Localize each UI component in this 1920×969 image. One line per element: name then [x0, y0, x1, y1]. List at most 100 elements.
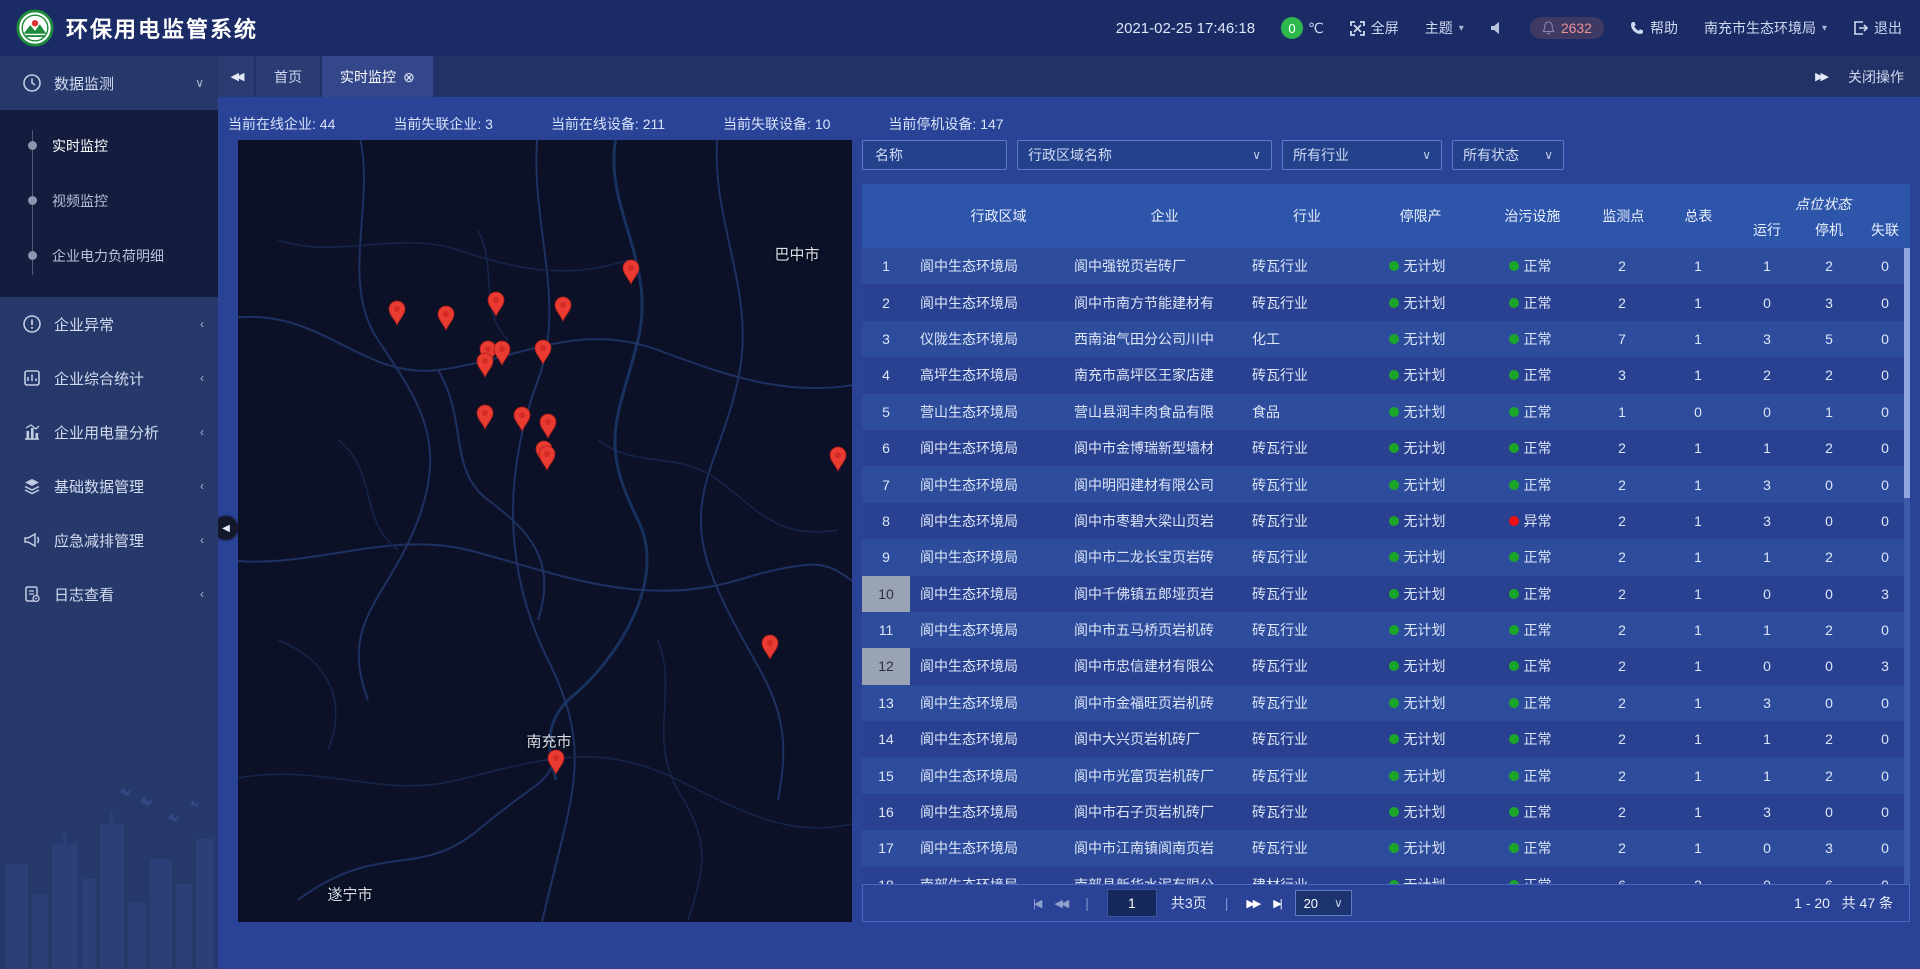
map-pin[interactable] [622, 259, 640, 285]
table-row[interactable]: 4高坪生态环境局南充市高坪区王家店建砖瓦行业无计划正常31220 [862, 357, 1910, 393]
cell-industry: 食品 [1246, 394, 1358, 430]
map-pin[interactable] [493, 340, 511, 366]
cell-monitor-points: 2 [1584, 830, 1660, 866]
table-row[interactable]: 13阆中生态环境局阆中市金福旺页岩机砖砖瓦行业无计划正常21300 [862, 685, 1910, 721]
tabs-scroll-left-button[interactable]: ◀◀ [218, 56, 254, 97]
temperature-badge: 0 [1281, 17, 1303, 39]
fullscreen-button[interactable]: 全屏 [1350, 18, 1399, 38]
page-number-input[interactable] [1107, 889, 1157, 917]
first-page-button[interactable]: |◀ [1033, 897, 1040, 910]
table-row[interactable]: 2阆中生态环境局阆中市南方节能建材有砖瓦行业无计划正常21030 [862, 284, 1910, 320]
cell-disconnected: 0 [1860, 612, 1910, 648]
stop-status-text: 无计划 [1404, 438, 1446, 458]
map-pin[interactable] [476, 352, 494, 378]
sidebar-item-日志查看[interactable]: 日志查看‹ [0, 567, 218, 621]
table-header: 行政区域 企业 行业 停限产 治污设施 监测点 总表 点位状态 运行 停机 失联 [862, 184, 1910, 248]
tab-实时监控[interactable]: 实时监控⊗ [322, 56, 433, 97]
sidebar-item-实时监控[interactable]: 实时监控 [0, 118, 218, 173]
cell-industry: 建材行业 [1246, 867, 1358, 884]
map-pin[interactable] [539, 413, 557, 439]
table-row[interactable]: 3仪陇生态环境局西南油气田分公司川中化工无计划正常71350 [862, 321, 1910, 357]
row-index: 12 [862, 648, 910, 684]
sidebar-item-基础数据管理[interactable]: 基础数据管理‹ [0, 459, 218, 513]
cell-pollution-facility: 正常 [1476, 248, 1584, 284]
sidebar-item-企业用电量分析[interactable]: 企业用电量分析‹ [0, 405, 218, 459]
sidebar-item-label: 基础数据管理 [54, 476, 144, 497]
status-dot-green [1389, 261, 1399, 271]
sidebar-item-企业异常[interactable]: 企业异常‹ [0, 297, 218, 351]
row-index: 9 [862, 539, 910, 575]
map-pin[interactable] [437, 305, 455, 331]
sidebar-item-企业综合统计[interactable]: 企业综合统计‹ [0, 351, 218, 405]
mute-button[interactable] [1490, 21, 1504, 35]
map-pin[interactable] [761, 634, 779, 660]
tabs-scroll-right-button[interactable]: ▶▶ [1815, 70, 1826, 83]
last-page-button[interactable]: ▶| [1273, 897, 1280, 910]
cell-disconnected: 0 [1860, 357, 1910, 393]
table-row[interactable]: 6阆中生态环境局阆中市金博瑞新型墙材砖瓦行业无计划正常21120 [862, 430, 1910, 466]
map-pin[interactable] [513, 406, 531, 432]
pager-divider: | [1085, 895, 1089, 911]
table-row[interactable]: 11阆中生态环境局阆中市五马桥页岩机砖砖瓦行业无计划正常21120 [862, 612, 1910, 648]
table-row[interactable]: 1阆中生态环境局阆中强锐页岩砖厂砖瓦行业无计划正常21120 [862, 248, 1910, 284]
cell-region: 阆中生态环境局 [910, 248, 1070, 284]
table-row[interactable]: 14阆中生态环境局阆中大兴页岩机砖厂砖瓦行业无计划正常21120 [862, 721, 1910, 757]
cell-region: 阆中生态环境局 [910, 576, 1070, 612]
table-row[interactable]: 8阆中生态环境局阆中市枣碧大梁山页岩砖瓦行业无计划异常21300 [862, 503, 1910, 539]
cell-stop-production: 无计划 [1358, 284, 1476, 320]
sidebar-item-视频监控[interactable]: 视频监控 [0, 173, 218, 228]
layers-icon [22, 476, 42, 496]
map-pin[interactable] [476, 404, 494, 430]
scrollbar-thumb[interactable] [1904, 248, 1910, 498]
close-operations-button[interactable]: 关闭操作 [1848, 67, 1904, 87]
cell-pollution-facility: 正常 [1476, 867, 1584, 884]
logout-button[interactable]: 退出 [1853, 18, 1902, 38]
industry-select[interactable]: 所有行业 ∨ [1282, 140, 1442, 170]
table-row[interactable]: 18南部生态环境局南部县新华水泥有限公建材行业无计划正常62060 [862, 867, 1910, 884]
table-row[interactable]: 5营山生态环境局营山县润丰肉食品有限食品无计划正常10010 [862, 394, 1910, 430]
status-dot-green [1389, 407, 1399, 417]
cell-stop-production: 无计划 [1358, 721, 1476, 757]
gis-map[interactable]: 巴中市南充市遂宁市 [238, 140, 852, 922]
table-row[interactable]: 12阆中生态环境局阆中市忠信建材有限公砖瓦行业无计划正常21003 [862, 648, 1910, 684]
prev-page-button[interactable]: ◀◀ [1054, 897, 1067, 910]
map-pin[interactable] [547, 749, 565, 775]
cell-company: 阆中市枣碧大梁山页岩 [1070, 503, 1246, 539]
next-page-button[interactable]: ▶▶ [1246, 897, 1259, 910]
table-scrollbar[interactable] [1904, 248, 1910, 884]
tab-首页[interactable]: 首页 [256, 56, 320, 97]
map-pin[interactable] [829, 446, 847, 472]
row-index: 17 [862, 830, 910, 866]
cell-running: 0 [1736, 576, 1798, 612]
facility-status-text: 正常 [1524, 365, 1552, 385]
map-pin[interactable] [534, 339, 552, 365]
table-row[interactable]: 16阆中生态环境局阆中市石子页岩机砖厂砖瓦行业无计划正常21300 [862, 794, 1910, 830]
close-icon[interactable]: ⊗ [403, 70, 415, 84]
table-row[interactable]: 7阆中生态环境局阆中明阳建材有限公司砖瓦行业无计划正常21300 [862, 466, 1910, 502]
region-select[interactable]: 行政区域名称 ∨ [1017, 140, 1272, 170]
top-header: 环保用电监管系统 2021-02-25 17:46:18 0 ℃ 全屏 主题 ▾… [0, 0, 1920, 56]
table-row[interactable]: 9阆中生态环境局阆中市二龙长宝页岩砖砖瓦行业无计划正常21120 [862, 539, 1910, 575]
name-search-input[interactable] [873, 146, 996, 164]
cell-stop-production: 无计划 [1358, 248, 1476, 284]
map-pin[interactable] [388, 300, 406, 326]
table-row[interactable]: 10阆中生态环境局阆中千佛镇五郎垭页岩砖瓦行业无计划正常21003 [862, 576, 1910, 612]
cell-running: 0 [1736, 648, 1798, 684]
sidebar-item-企业电力负荷明细[interactable]: 企业电力负荷明细 [0, 228, 218, 283]
col-region: 行政区域 [909, 184, 1077, 248]
page-size-select[interactable]: 20 ∨ [1295, 890, 1352, 916]
org-dropdown[interactable]: 南充市生态环境局 ▾ [1704, 18, 1827, 38]
cell-stop-production: 无计划 [1358, 503, 1476, 539]
status-select[interactable]: 所有状态 ∨ [1452, 140, 1564, 170]
map-pin[interactable] [487, 291, 505, 317]
map-pin[interactable] [554, 296, 572, 322]
alarm-counter[interactable]: 2632 [1530, 17, 1604, 39]
map-pin[interactable] [538, 445, 556, 471]
sidebar-item-应急减排管理[interactable]: 应急减排管理‹ [0, 513, 218, 567]
table-row[interactable]: 17阆中生态环境局阆中市江南镇阆南页岩砖瓦行业无计划正常21030 [862, 830, 1910, 866]
table-row[interactable]: 15阆中生态环境局阆中市光富页岩机砖厂砖瓦行业无计划正常21120 [862, 757, 1910, 793]
help-button[interactable]: 帮助 [1630, 18, 1678, 38]
theme-dropdown[interactable]: 主题 ▾ [1425, 18, 1464, 38]
name-search-field[interactable] [862, 140, 1007, 170]
sidebar-item-数据监测[interactable]: 数据监测∨ [0, 56, 218, 110]
